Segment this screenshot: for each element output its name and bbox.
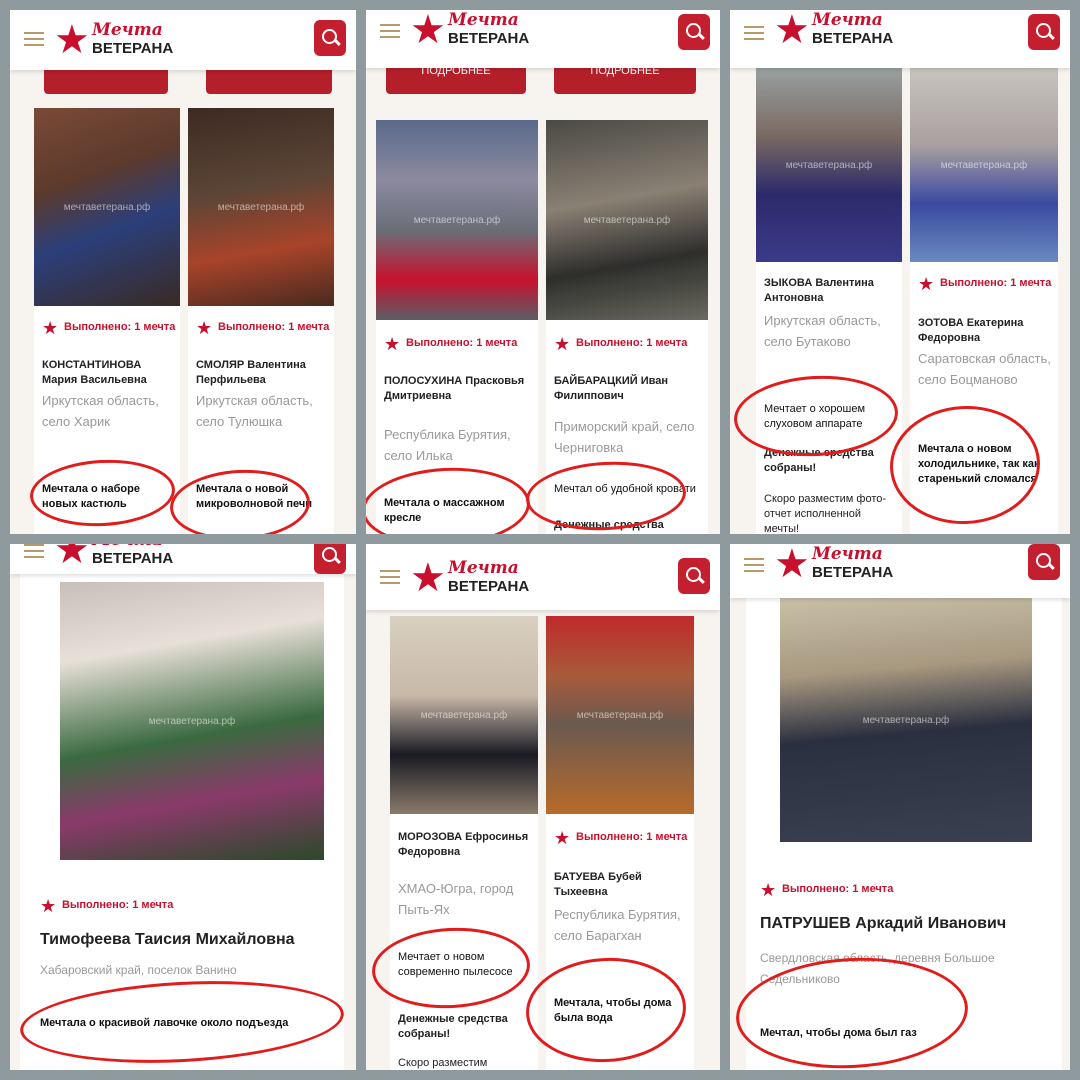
- funds-text: Денежные средства собраны!: [398, 1013, 508, 1040]
- site-header: ★ Мечта ВЕТЕРАНА: [366, 10, 720, 68]
- menu-icon[interactable]: [380, 570, 400, 584]
- veteran-photo: мечтаветерана.рф: [780, 598, 1032, 842]
- veteran-location: Хабаровский край, поселок Ванино: [40, 963, 237, 977]
- veteran-location: Саратовская область, село Боцманово: [918, 351, 1051, 387]
- panel-6: ★ Мечта ВЕТЕРАНА мечтаветерана.рф ★ Выпол…: [730, 544, 1070, 1070]
- veteran-photo: мечтаветерана.рф: [546, 120, 708, 320]
- status-badge: ★ Выполнено: 1 мечта: [42, 318, 176, 339]
- veteran-name: Тимофеева Таисия Михайловна: [40, 931, 295, 948]
- panel-1: ★ Мечта ВЕТЕРАНА мечтаветерана.рф ★ Выпол…: [10, 10, 356, 534]
- site-logo[interactable]: ★ Мечта ВЕТЕРАНА: [774, 544, 904, 588]
- menu-icon[interactable]: [380, 24, 400, 38]
- veteran-location: Приморский край, село Черниговка: [554, 419, 695, 455]
- star-icon: ★: [384, 334, 401, 355]
- veteran-location: Республика Бурятия, село Илька: [384, 427, 511, 463]
- site-header: ★ Мечта ВЕТЕРАНА: [366, 544, 720, 610]
- site-logo[interactable]: ★ Мечта ВЕТЕРАНА: [54, 544, 184, 574]
- veteran-name: ЗЫКОВА Валентина Антоновна: [764, 277, 874, 304]
- veteran-photo: мечтаветерана.рф: [546, 616, 694, 814]
- veteran-location: ХМАО-Югра, город Пыть-Ях: [398, 881, 514, 917]
- site-logo[interactable]: ★ Мечта ВЕТЕРАНА: [774, 10, 904, 54]
- veteran-photo: мечтаветерана.рф: [376, 120, 538, 320]
- star-icon: ★: [918, 274, 935, 295]
- search-button[interactable]: [314, 544, 346, 574]
- menu-icon[interactable]: [24, 544, 44, 558]
- veteran-name: МОРОЗОВА Ефросинья Федоровна: [398, 831, 529, 858]
- veteran-location: Иркутская область, село Харик: [42, 393, 159, 429]
- star-icon: ★: [42, 318, 59, 339]
- menu-icon[interactable]: [744, 26, 764, 40]
- star-icon: ★: [40, 896, 57, 917]
- veteran-photo: мечтаветерана.рф: [60, 582, 324, 860]
- veteran-name: КОНСТАНТИНОВА Мария Васильевна: [42, 359, 147, 386]
- report-text: Скоро разместим фото-отчет исполненной м…: [764, 493, 887, 534]
- star-logo-icon: ★: [54, 17, 90, 63]
- veteran-name: СМОЛЯР Валентина Перфильева: [196, 359, 306, 386]
- panel-5: ★ Мечта ВЕТЕРАНА мечтаветерана.рф МОРОЗО…: [366, 544, 720, 1070]
- status-badge: ★ Выполнено: 1 мечта: [384, 334, 518, 355]
- star-logo-icon: ★: [774, 544, 810, 587]
- star-icon: ★: [196, 318, 213, 339]
- site-header: ★ Мечта ВЕТЕРАНА: [730, 544, 1070, 598]
- status-badge: ★ Выполнено: 1 мечта: [760, 880, 894, 901]
- search-button[interactable]: [678, 558, 710, 594]
- site-logo[interactable]: ★ Мечта ВЕТЕРАНА: [410, 556, 540, 602]
- veteran-photo: мечтаветерана.рф: [756, 68, 902, 262]
- star-logo-icon: ★: [774, 10, 810, 53]
- menu-icon[interactable]: [744, 558, 764, 572]
- report-text: Скоро разместим: [398, 1057, 488, 1069]
- star-logo-icon: ★: [410, 555, 446, 601]
- status-badge: ★ Выполнено: 1 мечта: [554, 828, 688, 849]
- veteran-name: ПОЛОСУХИНА Прасковья Дмитриевна: [384, 375, 525, 402]
- veteran-name: БАЙБАРАЦКИЙ Иван Филиппович: [554, 375, 668, 402]
- veteran-photo: мечтаветерана.рф: [34, 108, 180, 306]
- status-badge: ★ Выполнено: 1 мечта: [40, 896, 174, 917]
- search-button[interactable]: [678, 14, 710, 50]
- veteran-name: БАТУЕВА Бубей Тыхеевна: [554, 871, 642, 898]
- site-header: ★ Мечта ВЕТЕРАНА: [10, 10, 356, 70]
- panel-3: ★ Мечта ВЕТЕРАНА мечтаветерана.рф ЗЫКОВА…: [730, 10, 1070, 534]
- star-logo-icon: ★: [54, 544, 90, 573]
- panel-4: ★ Мечта ВЕТЕРАНА мечтаветерана.рф ★Выпол…: [10, 544, 356, 1070]
- star-logo-icon: ★: [410, 10, 446, 53]
- panel-2: ПОДРОБНЕЕ ПОДРОБНЕЕ ★ Мечта ВЕТЕРАНА меч…: [366, 10, 720, 534]
- star-icon: ★: [554, 334, 571, 355]
- site-logo[interactable]: ★ Мечта ВЕТЕРАНА: [54, 18, 184, 64]
- search-button[interactable]: [314, 20, 346, 56]
- veteran-card[interactable]: мечтаветерана.рф ЗЫКОВА Валентина Антоно…: [756, 68, 902, 534]
- star-icon: ★: [760, 880, 777, 901]
- veteran-photo: мечтаветерана.рф: [910, 68, 1058, 262]
- status-badge: ★ Выполнено: 1 мечта: [196, 318, 330, 339]
- site-logo[interactable]: ★ Мечта ВЕТЕРАНА: [410, 10, 540, 54]
- veteran-location: Республика Бурятия, село Барагхан: [554, 907, 681, 943]
- veteran-photo: мечтаветерана.рф: [390, 616, 538, 814]
- veteran-location: Иркутская область, село Бутаково: [764, 313, 881, 349]
- veteran-name: ПАТРУШЕВ Аркадий Иванович: [760, 915, 1007, 932]
- menu-icon[interactable]: [24, 32, 44, 46]
- veteran-location: Иркутская область, село Тулюшка: [196, 393, 313, 429]
- veteran-name: ЗОТОВА Екатерина Федоровна: [918, 317, 1024, 344]
- search-button[interactable]: [1028, 544, 1060, 580]
- site-header: ★ Мечта ВЕТЕРАНА: [10, 544, 356, 574]
- star-icon: ★: [554, 828, 571, 849]
- status-badge: ★ Выполнено: 1 мечта: [554, 334, 688, 355]
- site-header: ★ Мечта ВЕТЕРАНА: [730, 10, 1070, 68]
- status-badge: ★ Выполнено: 1 мечта: [918, 274, 1052, 295]
- search-button[interactable]: [1028, 14, 1060, 50]
- veteran-photo: мечтаветерана.рф: [188, 108, 334, 306]
